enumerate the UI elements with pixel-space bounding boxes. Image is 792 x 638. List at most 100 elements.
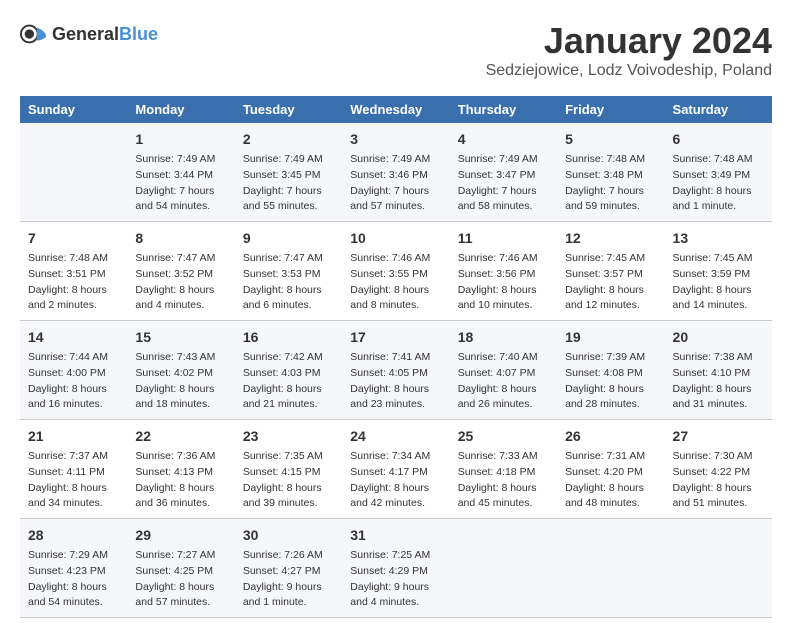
calendar-cell: 20Sunrise: 7:38 AM Sunset: 4:10 PM Dayli… bbox=[665, 321, 772, 420]
cell-sun-info: Sunrise: 7:34 AM Sunset: 4:17 PM Dayligh… bbox=[350, 449, 441, 512]
calendar-cell: 27Sunrise: 7:30 AM Sunset: 4:22 PM Dayli… bbox=[665, 420, 772, 519]
calendar-cell bbox=[450, 519, 557, 618]
logo-blue: Blue bbox=[119, 24, 158, 45]
calendar-cell: 1Sunrise: 7:49 AM Sunset: 3:44 PM Daylig… bbox=[127, 123, 234, 222]
calendar-cell: 7Sunrise: 7:48 AM Sunset: 3:51 PM Daylig… bbox=[20, 222, 127, 321]
cell-date: 14 bbox=[28, 327, 119, 348]
weekday-header-sunday: Sunday bbox=[20, 96, 127, 123]
cell-date: 1 bbox=[135, 129, 226, 150]
cell-date: 12 bbox=[565, 228, 656, 249]
cell-sun-info: Sunrise: 7:35 AM Sunset: 4:15 PM Dayligh… bbox=[243, 449, 334, 512]
cell-sun-info: Sunrise: 7:46 AM Sunset: 3:56 PM Dayligh… bbox=[458, 251, 549, 314]
cell-date: 13 bbox=[673, 228, 764, 249]
subtitle: Sedziejowice, Lodz Voivodeship, Poland bbox=[486, 62, 772, 80]
cell-date: 9 bbox=[243, 228, 334, 249]
weekday-header-monday: Monday bbox=[127, 96, 234, 123]
cell-sun-info: Sunrise: 7:25 AM Sunset: 4:29 PM Dayligh… bbox=[350, 548, 441, 611]
calendar-cell: 5Sunrise: 7:48 AM Sunset: 3:48 PM Daylig… bbox=[557, 123, 664, 222]
cell-sun-info: Sunrise: 7:47 AM Sunset: 3:52 PM Dayligh… bbox=[135, 251, 226, 314]
calendar-cell: 16Sunrise: 7:42 AM Sunset: 4:03 PM Dayli… bbox=[235, 321, 342, 420]
cell-date: 11 bbox=[458, 228, 549, 249]
calendar-week-row: 28Sunrise: 7:29 AM Sunset: 4:23 PM Dayli… bbox=[20, 519, 772, 618]
calendar-cell: 11Sunrise: 7:46 AM Sunset: 3:56 PM Dayli… bbox=[450, 222, 557, 321]
weekday-header-tuesday: Tuesday bbox=[235, 96, 342, 123]
cell-date: 23 bbox=[243, 426, 334, 447]
cell-date: 10 bbox=[350, 228, 441, 249]
calendar-cell: 22Sunrise: 7:36 AM Sunset: 4:13 PM Dayli… bbox=[127, 420, 234, 519]
calendar-cell bbox=[665, 519, 772, 618]
cell-sun-info: Sunrise: 7:48 AM Sunset: 3:48 PM Dayligh… bbox=[565, 152, 656, 215]
logo-general: General bbox=[52, 24, 119, 45]
calendar-cell: 13Sunrise: 7:45 AM Sunset: 3:59 PM Dayli… bbox=[665, 222, 772, 321]
calendar-cell: 24Sunrise: 7:34 AM Sunset: 4:17 PM Dayli… bbox=[342, 420, 449, 519]
cell-sun-info: Sunrise: 7:49 AM Sunset: 3:44 PM Dayligh… bbox=[135, 152, 226, 215]
calendar-cell: 8Sunrise: 7:47 AM Sunset: 3:52 PM Daylig… bbox=[127, 222, 234, 321]
cell-sun-info: Sunrise: 7:27 AM Sunset: 4:25 PM Dayligh… bbox=[135, 548, 226, 611]
calendar-cell: 9Sunrise: 7:47 AM Sunset: 3:53 PM Daylig… bbox=[235, 222, 342, 321]
calendar-cell: 10Sunrise: 7:46 AM Sunset: 3:55 PM Dayli… bbox=[342, 222, 449, 321]
cell-sun-info: Sunrise: 7:48 AM Sunset: 3:49 PM Dayligh… bbox=[673, 152, 764, 215]
calendar-cell: 6Sunrise: 7:48 AM Sunset: 3:49 PM Daylig… bbox=[665, 123, 772, 222]
cell-sun-info: Sunrise: 7:48 AM Sunset: 3:51 PM Dayligh… bbox=[28, 251, 119, 314]
calendar-cell: 28Sunrise: 7:29 AM Sunset: 4:23 PM Dayli… bbox=[20, 519, 127, 618]
cell-date: 20 bbox=[673, 327, 764, 348]
cell-sun-info: Sunrise: 7:36 AM Sunset: 4:13 PM Dayligh… bbox=[135, 449, 226, 512]
cell-sun-info: Sunrise: 7:46 AM Sunset: 3:55 PM Dayligh… bbox=[350, 251, 441, 314]
cell-date: 6 bbox=[673, 129, 764, 150]
calendar-cell: 31Sunrise: 7:25 AM Sunset: 4:29 PM Dayli… bbox=[342, 519, 449, 618]
calendar-cell: 2Sunrise: 7:49 AM Sunset: 3:45 PM Daylig… bbox=[235, 123, 342, 222]
cell-sun-info: Sunrise: 7:41 AM Sunset: 4:05 PM Dayligh… bbox=[350, 350, 441, 413]
cell-sun-info: Sunrise: 7:49 AM Sunset: 3:46 PM Dayligh… bbox=[350, 152, 441, 215]
calendar-cell bbox=[20, 123, 127, 222]
cell-sun-info: Sunrise: 7:44 AM Sunset: 4:00 PM Dayligh… bbox=[28, 350, 119, 413]
weekday-header-row: SundayMondayTuesdayWednesdayThursdayFrid… bbox=[20, 96, 772, 123]
cell-sun-info: Sunrise: 7:47 AM Sunset: 3:53 PM Dayligh… bbox=[243, 251, 334, 314]
cell-date: 30 bbox=[243, 525, 334, 546]
cell-date: 3 bbox=[350, 129, 441, 150]
cell-sun-info: Sunrise: 7:43 AM Sunset: 4:02 PM Dayligh… bbox=[135, 350, 226, 413]
calendar-cell: 26Sunrise: 7:31 AM Sunset: 4:20 PM Dayli… bbox=[557, 420, 664, 519]
calendar-week-row: 21Sunrise: 7:37 AM Sunset: 4:11 PM Dayli… bbox=[20, 420, 772, 519]
weekday-header-thursday: Thursday bbox=[450, 96, 557, 123]
cell-date: 26 bbox=[565, 426, 656, 447]
cell-date: 7 bbox=[28, 228, 119, 249]
cell-sun-info: Sunrise: 7:49 AM Sunset: 3:45 PM Dayligh… bbox=[243, 152, 334, 215]
cell-date: 17 bbox=[350, 327, 441, 348]
cell-sun-info: Sunrise: 7:49 AM Sunset: 3:47 PM Dayligh… bbox=[458, 152, 549, 215]
cell-date: 4 bbox=[458, 129, 549, 150]
calendar-cell: 23Sunrise: 7:35 AM Sunset: 4:15 PM Dayli… bbox=[235, 420, 342, 519]
calendar-cell: 4Sunrise: 7:49 AM Sunset: 3:47 PM Daylig… bbox=[450, 123, 557, 222]
cell-sun-info: Sunrise: 7:26 AM Sunset: 4:27 PM Dayligh… bbox=[243, 548, 334, 611]
main-title: January 2024 bbox=[486, 20, 772, 62]
cell-date: 18 bbox=[458, 327, 549, 348]
calendar-cell: 30Sunrise: 7:26 AM Sunset: 4:27 PM Dayli… bbox=[235, 519, 342, 618]
cell-date: 29 bbox=[135, 525, 226, 546]
cell-date: 31 bbox=[350, 525, 441, 546]
cell-date: 19 bbox=[565, 327, 656, 348]
cell-date: 22 bbox=[135, 426, 226, 447]
calendar-week-row: 7Sunrise: 7:48 AM Sunset: 3:51 PM Daylig… bbox=[20, 222, 772, 321]
header: General Blue January 2024 Sedziejowice, … bbox=[20, 20, 772, 80]
cell-date: 25 bbox=[458, 426, 549, 447]
cell-sun-info: Sunrise: 7:38 AM Sunset: 4:10 PM Dayligh… bbox=[673, 350, 764, 413]
cell-date: 15 bbox=[135, 327, 226, 348]
calendar-table: SundayMondayTuesdayWednesdayThursdayFrid… bbox=[20, 96, 772, 618]
calendar-week-row: 1Sunrise: 7:49 AM Sunset: 3:44 PM Daylig… bbox=[20, 123, 772, 222]
cell-sun-info: Sunrise: 7:42 AM Sunset: 4:03 PM Dayligh… bbox=[243, 350, 334, 413]
cell-sun-info: Sunrise: 7:45 AM Sunset: 3:57 PM Dayligh… bbox=[565, 251, 656, 314]
cell-date: 27 bbox=[673, 426, 764, 447]
cell-sun-info: Sunrise: 7:30 AM Sunset: 4:22 PM Dayligh… bbox=[673, 449, 764, 512]
calendar-cell: 29Sunrise: 7:27 AM Sunset: 4:25 PM Dayli… bbox=[127, 519, 234, 618]
cell-sun-info: Sunrise: 7:39 AM Sunset: 4:08 PM Dayligh… bbox=[565, 350, 656, 413]
cell-date: 24 bbox=[350, 426, 441, 447]
calendar-cell: 3Sunrise: 7:49 AM Sunset: 3:46 PM Daylig… bbox=[342, 123, 449, 222]
calendar-cell: 17Sunrise: 7:41 AM Sunset: 4:05 PM Dayli… bbox=[342, 321, 449, 420]
logo-icon bbox=[20, 20, 48, 48]
calendar-cell: 14Sunrise: 7:44 AM Sunset: 4:00 PM Dayli… bbox=[20, 321, 127, 420]
weekday-header-friday: Friday bbox=[557, 96, 664, 123]
logo: General Blue bbox=[20, 20, 158, 48]
cell-sun-info: Sunrise: 7:40 AM Sunset: 4:07 PM Dayligh… bbox=[458, 350, 549, 413]
cell-sun-info: Sunrise: 7:31 AM Sunset: 4:20 PM Dayligh… bbox=[565, 449, 656, 512]
cell-date: 16 bbox=[243, 327, 334, 348]
calendar-cell: 21Sunrise: 7:37 AM Sunset: 4:11 PM Dayli… bbox=[20, 420, 127, 519]
